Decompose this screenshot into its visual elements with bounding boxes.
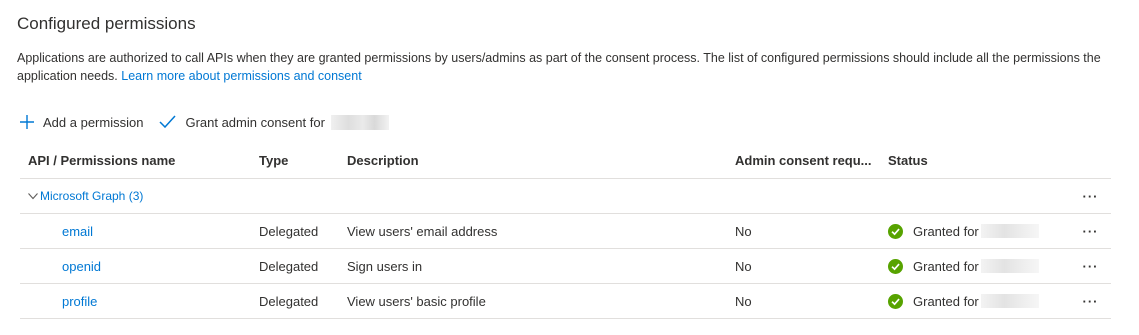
section-title: Configured permissions bbox=[17, 14, 196, 33]
status-text: Granted for bbox=[913, 258, 979, 274]
table-row: profile Delegated View users' basic prof… bbox=[20, 283, 1111, 319]
redacted-tenant-name bbox=[980, 259, 1039, 273]
admin-consent-required: No bbox=[727, 248, 880, 284]
more-icon[interactable]: ··· bbox=[1070, 248, 1111, 284]
admin-consent-required: No bbox=[727, 283, 880, 319]
check-circle-icon bbox=[888, 258, 903, 274]
grant-admin-consent-button[interactable]: Grant admin consent for bbox=[159, 114, 389, 130]
status-cell: Granted for bbox=[880, 283, 1070, 319]
add-permission-label: Add a permission bbox=[43, 114, 144, 130]
column-header-api-name[interactable]: API / Permissions name bbox=[20, 142, 251, 179]
table-row: email Delegated View users' email addres… bbox=[20, 213, 1111, 249]
redacted-tenant-name bbox=[980, 224, 1039, 238]
status-cell: Granted for bbox=[880, 213, 1070, 249]
group-toggle[interactable]: Microsoft Graph (3) bbox=[20, 178, 1070, 214]
check-circle-icon bbox=[888, 223, 903, 239]
more-icon[interactable]: ··· bbox=[1070, 283, 1111, 319]
column-header-admin-consent[interactable]: Admin consent requ... bbox=[727, 142, 880, 179]
add-permission-button[interactable]: Add a permission bbox=[20, 115, 143, 130]
permission-description: View users' basic profile bbox=[339, 283, 727, 319]
redacted-tenant-name bbox=[330, 114, 389, 130]
permission-type: Delegated bbox=[251, 213, 339, 249]
status-cell: Granted for bbox=[880, 248, 1070, 284]
permission-description: Sign users in bbox=[339, 248, 727, 284]
permission-link-profile[interactable]: profile bbox=[62, 294, 97, 309]
checkmark-icon bbox=[159, 115, 177, 129]
column-header-description[interactable]: Description bbox=[339, 142, 727, 179]
permission-type: Delegated bbox=[251, 248, 339, 284]
section-description: Applications are authorized to call APIs… bbox=[17, 49, 1107, 85]
group-row: Microsoft Graph (3) ··· bbox=[20, 178, 1111, 214]
redacted-tenant-name bbox=[980, 294, 1039, 308]
table-row: openid Delegated Sign users in No Grante… bbox=[20, 248, 1111, 284]
learn-more-link[interactable]: Learn more about permissions and consent bbox=[121, 69, 361, 83]
admin-consent-required: No bbox=[727, 213, 880, 249]
plus-icon bbox=[20, 115, 34, 129]
table-header-row: API / Permissions name Type Description … bbox=[20, 142, 1111, 179]
column-header-status[interactable]: Status bbox=[880, 142, 1070, 179]
more-icon[interactable]: ··· bbox=[1070, 213, 1111, 249]
group-link-microsoft-graph[interactable]: Microsoft Graph (3) bbox=[40, 189, 143, 203]
permissions-table: API / Permissions name Type Description … bbox=[20, 142, 1111, 319]
permission-type: Delegated bbox=[251, 283, 339, 319]
column-header-type[interactable]: Type bbox=[251, 142, 339, 179]
permission-description: View users' email address bbox=[339, 213, 727, 249]
more-icon[interactable]: ··· bbox=[1070, 178, 1111, 214]
chevron-down-icon bbox=[28, 193, 38, 200]
permission-link-openid[interactable]: openid bbox=[62, 259, 101, 274]
status-text: Granted for bbox=[913, 223, 979, 239]
grant-admin-consent-label: Grant admin consent for bbox=[185, 114, 325, 130]
permission-link-email[interactable]: email bbox=[62, 224, 93, 239]
status-text: Granted for bbox=[913, 293, 979, 309]
toolbar: Add a permission Grant admin consent for bbox=[20, 110, 405, 134]
check-circle-icon bbox=[888, 293, 903, 309]
column-header-actions bbox=[1070, 142, 1111, 179]
